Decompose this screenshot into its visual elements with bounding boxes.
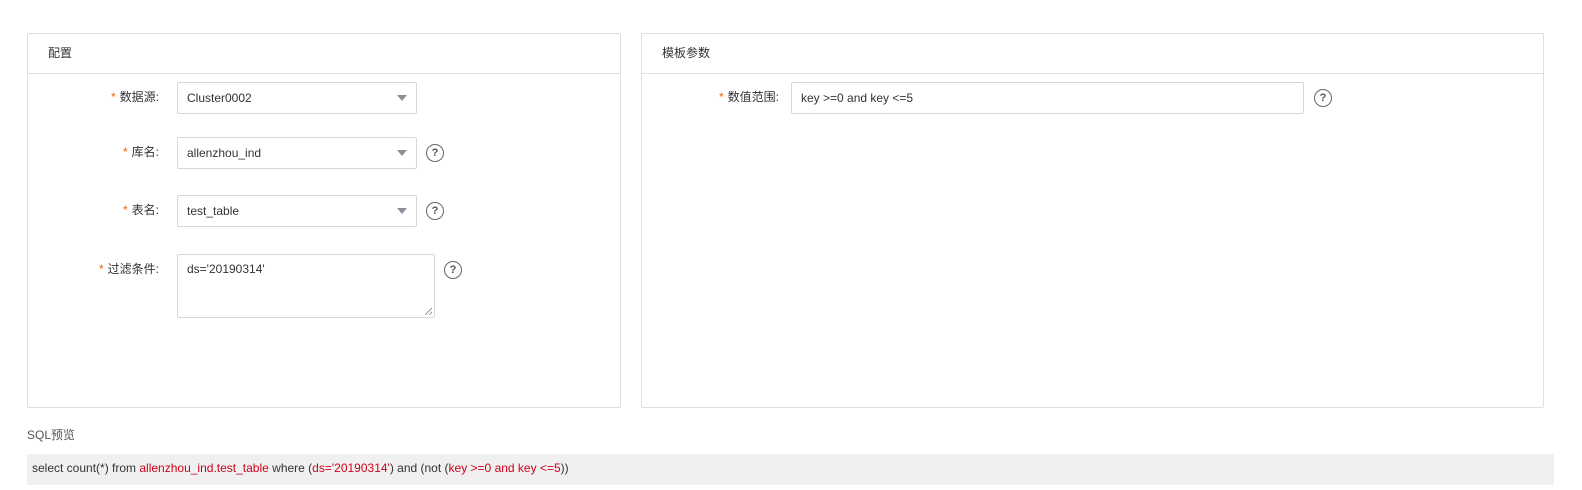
- table-select[interactable]: test_table: [177, 195, 417, 227]
- chevron-down-icon: [397, 208, 407, 214]
- datasource-select[interactable]: Cluster0002: [177, 82, 417, 114]
- sql-part: where (: [268, 461, 313, 475]
- filter-textarea[interactable]: ds='20190314': [177, 254, 435, 318]
- required-mark: *: [110, 90, 116, 104]
- table-label-text: 表名:: [131, 203, 159, 217]
- chevron-down-icon: [397, 150, 407, 156]
- help-circle-icon[interactable]: ?: [426, 144, 444, 162]
- filter-label-text: 过滤条件:: [107, 262, 159, 276]
- help-circle-icon[interactable]: ?: [444, 261, 462, 279]
- database-value: allenzhou_ind: [187, 146, 262, 160]
- required-mark: *: [718, 90, 724, 104]
- sql-part: )): [560, 461, 569, 475]
- filter-value: ds='20190314': [187, 262, 265, 276]
- database-label: * 库名:: [28, 137, 159, 168]
- datasource-value: Cluster0002: [187, 91, 252, 105]
- datasource-label-text: 数据源:: [119, 90, 159, 104]
- sql-filter-highlight: ds='20190314': [312, 461, 390, 475]
- template-params-title: 模板参数: [642, 34, 1543, 74]
- table-value: test_table: [187, 204, 240, 218]
- required-mark: *: [122, 145, 128, 159]
- help-circle-icon[interactable]: ?: [1314, 89, 1332, 107]
- template-params-panel: 模板参数 * 数值范围: key >=0 and key <=5 ?: [641, 33, 1544, 408]
- database-select[interactable]: allenzhou_ind: [177, 137, 417, 169]
- help-circle-icon[interactable]: ?: [426, 202, 444, 220]
- config-panel: 配置 * 数据源: Cluster0002 * 库名: allenzhou_ind …: [27, 33, 621, 408]
- sql-preview-box: select count(*) from allenzhou_ind.test_…: [27, 454, 1554, 485]
- value-range-label-text: 数值范围:: [727, 90, 779, 104]
- value-range-value: key >=0 and key <=5: [801, 91, 914, 105]
- required-mark: *: [122, 203, 128, 217]
- value-range-input[interactable]: key >=0 and key <=5: [791, 82, 1304, 114]
- sql-range-highlight: key >=0 and key <=5: [448, 461, 561, 475]
- datasource-label: * 数据源:: [28, 82, 159, 113]
- value-range-label: * 数值范围:: [642, 82, 779, 113]
- resize-grip-icon[interactable]: [425, 308, 432, 315]
- sql-part: ) and (not (: [389, 461, 449, 475]
- config-panel-title: 配置: [28, 34, 620, 74]
- sql-part: select count(*) from: [32, 461, 140, 475]
- required-mark: *: [98, 262, 104, 276]
- database-label-text: 库名:: [131, 145, 159, 159]
- sql-preview-title: SQL预览: [27, 428, 76, 442]
- sql-table-highlight: allenzhou_ind.test_table: [139, 461, 269, 475]
- chevron-down-icon: [397, 95, 407, 101]
- filter-label: * 过滤条件:: [28, 254, 159, 285]
- table-label: * 表名:: [28, 195, 159, 226]
